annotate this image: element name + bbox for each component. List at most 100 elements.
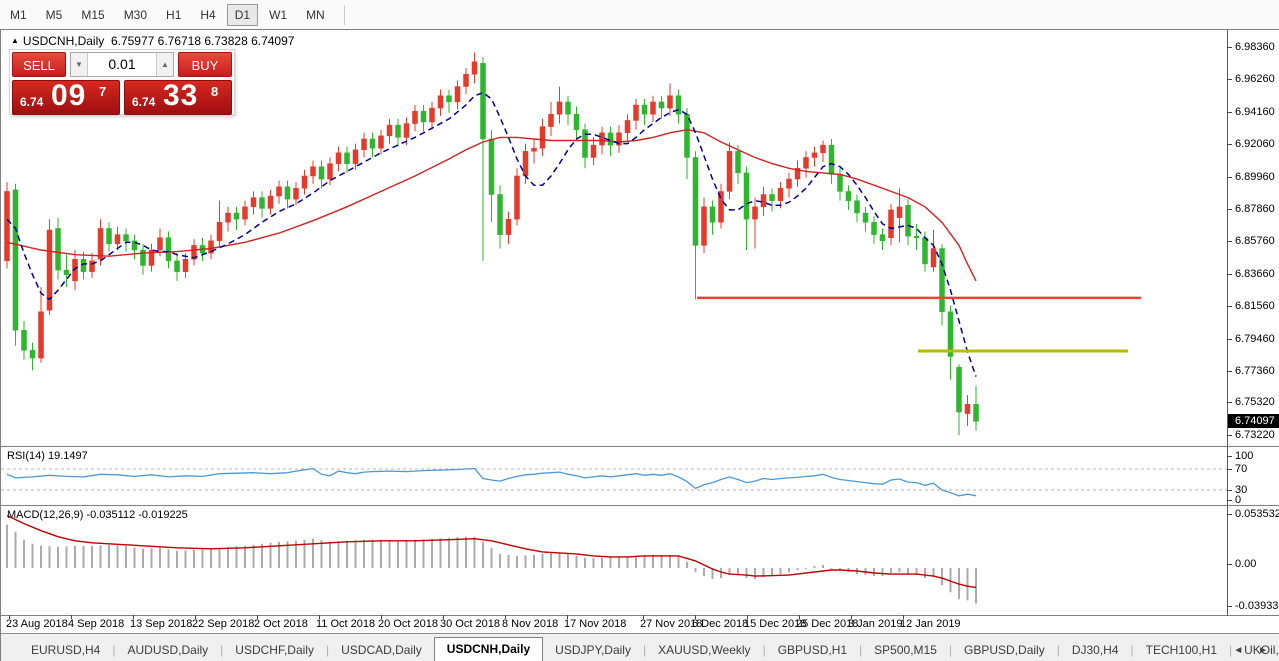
macd-histogram-bar <box>890 568 892 573</box>
macd-histogram-bar <box>83 546 85 568</box>
candle <box>591 145 596 157</box>
tab-scroll-arrows-icon[interactable]: ◄ ► <box>1233 645 1274 656</box>
tab-usdchf-daily[interactable]: USDCHF,Daily <box>223 639 326 661</box>
candle <box>379 136 384 148</box>
tab-usdjpy-daily[interactable]: USDJPY,Daily <box>543 639 643 661</box>
buy-button[interactable]: BUY <box>178 52 232 77</box>
candle <box>319 167 324 179</box>
candle <box>421 111 426 122</box>
macd-histogram-bar <box>363 540 365 568</box>
sell-button[interactable]: SELL <box>12 52 66 77</box>
tab-xauusd-weekly[interactable]: XAUUSD,Weekly <box>646 639 762 661</box>
toolbar-separator <box>344 5 345 25</box>
macd-histogram-bar <box>389 541 391 568</box>
timeframe-button-m30[interactable]: M30 <box>116 4 155 26</box>
macd-histogram-bar <box>448 538 450 568</box>
macd-histogram-bar <box>100 545 102 568</box>
macd-histogram-bar <box>618 557 620 568</box>
date-label: 13 Sep 2018 <box>130 618 192 630</box>
macd-histogram-bar <box>125 546 127 568</box>
macd-histogram-bar <box>406 541 408 568</box>
macd-histogram-bar <box>6 525 8 568</box>
candle <box>923 238 928 264</box>
axis-tick <box>1227 371 1232 372</box>
macd-histogram-bar <box>338 541 340 568</box>
macd-histogram-bar <box>525 555 527 568</box>
macd-histogram-bar <box>159 548 161 568</box>
candle <box>736 151 741 173</box>
chart-symbol-period: USDCNH,Daily <box>23 34 104 48</box>
candle <box>710 207 715 222</box>
candle <box>472 62 477 74</box>
macd-histogram-bar <box>924 568 926 578</box>
axis-tick <box>1227 469 1232 470</box>
candle <box>957 367 962 412</box>
volume-decrease-icon[interactable]: ▼ <box>71 53 88 76</box>
candle <box>702 207 707 246</box>
price-tick-label: 6.79460 <box>1235 333 1275 345</box>
candle <box>974 404 979 421</box>
candle <box>251 198 256 207</box>
rsi-indicator-pane[interactable] <box>1 447 1279 506</box>
date-label: 23 Aug 2018 <box>6 618 68 630</box>
macd-histogram-bar <box>542 554 544 568</box>
candle <box>549 114 554 126</box>
date-label: 17 Nov 2018 <box>564 618 626 630</box>
macd-histogram-bar <box>975 568 977 603</box>
candle <box>294 188 299 199</box>
candle <box>5 191 10 260</box>
volume-increase-icon[interactable]: ▲ <box>156 53 173 76</box>
macd-histogram-bar <box>516 556 518 568</box>
date-label: 4 Sep 2018 <box>68 618 124 630</box>
macd-histogram-bar <box>414 540 416 568</box>
tab-gbpusd-daily[interactable]: GBPUSD,Daily <box>952 639 1057 661</box>
buy-price-display[interactable]: 6.74 33 8 <box>124 80 232 115</box>
macd-histogram-bar <box>652 555 654 568</box>
candle <box>855 201 860 213</box>
macd-histogram-bar <box>576 556 578 568</box>
tab-sp500-m15[interactable]: SP500,M15 <box>862 639 949 661</box>
macd-histogram-bar <box>831 568 833 569</box>
candle <box>464 74 469 86</box>
macd-histogram-bar <box>780 568 782 574</box>
timeframe-button-d1[interactable]: D1 <box>227 4 258 26</box>
timeframe-button-m15[interactable]: M15 <box>73 4 112 26</box>
macd-histogram-bar <box>15 532 17 568</box>
candle <box>634 105 639 120</box>
timeframe-button-h4[interactable]: H4 <box>192 4 223 26</box>
candle <box>243 207 248 219</box>
tab-usdcnh-daily[interactable]: USDCNH,Daily <box>434 637 543 661</box>
timeframe-button-mn[interactable]: MN <box>298 4 333 26</box>
tab-gbpusd-h1[interactable]: GBPUSD,H1 <box>766 639 859 661</box>
tab-tech100-h1[interactable]: TECH100,H1 <box>1134 639 1229 661</box>
volume-input[interactable]: 0.01 <box>88 53 156 76</box>
candle <box>965 404 970 413</box>
tab-dj30-h4[interactable]: DJ30,H4 <box>1060 639 1131 661</box>
timeframe-button-m1[interactable]: M1 <box>2 4 35 26</box>
candle <box>863 213 868 222</box>
candle <box>659 102 664 108</box>
sell-price-display[interactable]: 6.74 09 7 <box>12 80 120 115</box>
macd-histogram-bar <box>950 568 952 592</box>
time-axis: 23 Aug 20184 Sep 201813 Sep 201822 Sep 2… <box>1 616 1279 633</box>
timeframe-button-m5[interactable]: M5 <box>38 4 71 26</box>
macd-histogram-bar <box>372 540 374 568</box>
macd-histogram-bar <box>499 554 501 568</box>
candle <box>685 114 690 157</box>
candle <box>277 187 282 196</box>
candle <box>498 195 503 235</box>
macd-histogram-bar <box>91 546 93 568</box>
candle <box>217 222 222 241</box>
axis-tick <box>1227 500 1232 501</box>
macd-indicator-pane[interactable] <box>1 506 1279 616</box>
candle <box>311 167 316 176</box>
timeframe-button-w1[interactable]: W1 <box>261 4 295 26</box>
tab-usdcad-daily[interactable]: USDCAD,Daily <box>329 639 434 661</box>
tab-eurusd-h4[interactable]: EURUSD,H4 <box>19 639 112 661</box>
macd-histogram-bar <box>244 546 246 568</box>
tab-audusd-daily[interactable]: AUDUSD,Daily <box>115 639 220 661</box>
sell-price-pips: 09 <box>51 79 86 113</box>
axis-tick <box>1227 514 1232 515</box>
timeframe-button-h1[interactable]: H1 <box>158 4 189 26</box>
collapse-panel-icon[interactable]: ▲ <box>11 36 19 45</box>
